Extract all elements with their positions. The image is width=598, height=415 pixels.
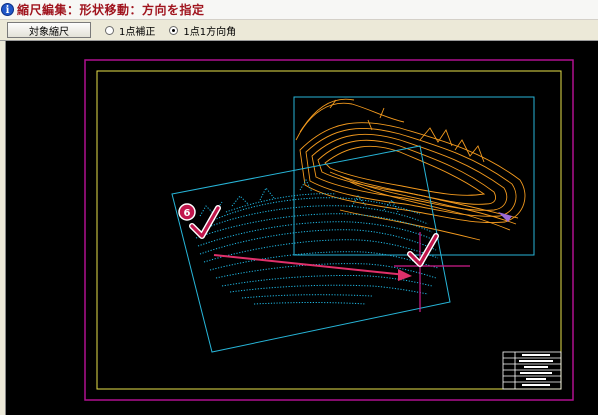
orange-terrain-shape <box>295 98 526 241</box>
inner-drawing-frame <box>96 70 562 390</box>
cyan-terrain-shape <box>195 178 439 305</box>
check-mark-start <box>189 205 221 239</box>
moved-shape-box <box>171 145 451 353</box>
original-shape-box <box>293 96 535 256</box>
cad-drawing[interactable]: 6 <box>0 0 598 415</box>
step-number-badge: 6 <box>178 203 196 221</box>
step-number: 6 <box>184 208 191 219</box>
title-block <box>502 351 562 390</box>
outer-sheet-frame <box>84 59 574 401</box>
